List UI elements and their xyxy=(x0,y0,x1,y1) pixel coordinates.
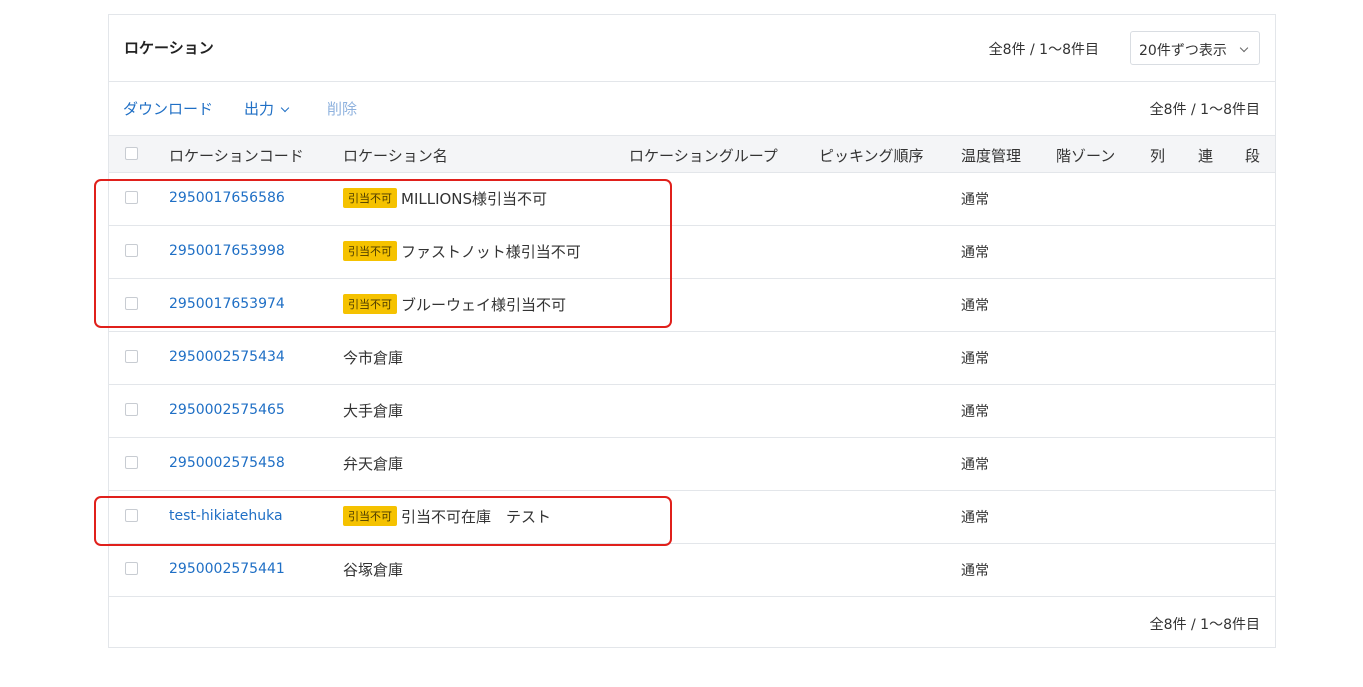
header-bay[interactable]: 連 xyxy=(1198,145,1213,166)
table-row: 2950017653974 引当不可 ブルーウェイ様引当不可 通常 xyxy=(109,279,1275,332)
output-label: 出力 xyxy=(244,100,275,118)
header-floor-zone[interactable]: 階ゾーン xyxy=(1056,145,1115,166)
row-checkbox[interactable] xyxy=(125,191,138,204)
per-page-value: 20件ずつ表示 xyxy=(1139,43,1227,59)
page-title: ロケーション xyxy=(124,39,214,57)
location-name: 引当不可 ブルーウェイ様引当不可 xyxy=(343,294,566,315)
location-name: 大手倉庫 xyxy=(343,402,404,420)
temperature-cell: 通常 xyxy=(961,510,989,526)
download-link[interactable]: ダウンロード xyxy=(123,98,213,119)
locations-panel: ロケーション 全8件 / 1〜8件目 20件ずつ表示 ダウンロード 出力 削除 … xyxy=(108,14,1276,648)
chevron-down-icon xyxy=(280,103,290,113)
location-name-text: ブルーウェイ様引当不可 xyxy=(401,296,567,314)
chevron-down-icon xyxy=(1239,43,1249,53)
header-picking-order[interactable]: ピッキング順序 xyxy=(819,145,924,166)
row-checkbox[interactable] xyxy=(125,456,138,469)
table-header: ロケーションコード ロケーション名 ロケーショングループ ピッキング順序 温度管… xyxy=(109,135,1275,173)
row-checkbox[interactable] xyxy=(125,244,138,257)
location-name: 引当不可 ファストノット様引当不可 xyxy=(343,241,581,262)
toolbar: ダウンロード 出力 削除 全8件 / 1〜8件目 xyxy=(109,82,1275,135)
location-name: 今市倉庫 xyxy=(343,349,404,367)
header-location-name[interactable]: ロケーション名 xyxy=(343,145,448,166)
location-name-text: MILLIONS様引当不可 xyxy=(401,190,548,208)
table-row: 2950017653998 引当不可 ファストノット様引当不可 通常 xyxy=(109,226,1275,279)
delete-button[interactable]: 削除 xyxy=(327,98,357,119)
location-code-link[interactable]: 2950002575465 xyxy=(169,402,285,418)
location-code-link[interactable]: 2950002575434 xyxy=(169,349,285,365)
table-footer: 全8件 / 1〜8件目 xyxy=(109,597,1275,649)
location-code-link[interactable]: test-hikiatehuka xyxy=(169,508,283,524)
temperature-cell: 通常 xyxy=(961,245,989,261)
allocation-disabled-badge: 引当不可 xyxy=(343,241,397,261)
header-temperature[interactable]: 温度管理 xyxy=(961,145,1021,166)
header-level[interactable]: 段 xyxy=(1245,145,1260,166)
location-name: 弁天倉庫 xyxy=(343,455,404,473)
record-count-toolbar: 全8件 / 1〜8件目 xyxy=(1149,102,1260,118)
header-location-code[interactable]: ロケーションコード xyxy=(169,145,304,166)
location-name: 引当不可 引当不可在庫 テスト xyxy=(343,506,551,527)
select-all-checkbox[interactable] xyxy=(125,147,138,160)
table-row: 2950002575434 今市倉庫 通常 xyxy=(109,332,1275,385)
temperature-cell: 通常 xyxy=(961,351,989,367)
panel-header: ロケーション 全8件 / 1〜8件目 20件ずつ表示 xyxy=(109,15,1275,82)
row-checkbox[interactable] xyxy=(125,509,138,522)
row-checkbox[interactable] xyxy=(125,350,138,363)
header-location-group[interactable]: ロケーショングループ xyxy=(629,145,778,166)
temperature-cell: 通常 xyxy=(961,192,989,208)
table-row: 2950002575458 弁天倉庫 通常 xyxy=(109,438,1275,491)
location-code-link[interactable]: 2950002575458 xyxy=(169,455,285,471)
header-column[interactable]: 列 xyxy=(1150,145,1165,166)
temperature-cell: 通常 xyxy=(961,298,989,314)
location-name: 引当不可 MILLIONS様引当不可 xyxy=(343,188,547,209)
row-checkbox[interactable] xyxy=(125,403,138,416)
temperature-cell: 通常 xyxy=(961,457,989,473)
record-count-footer: 全8件 / 1〜8件目 xyxy=(1149,617,1260,633)
location-code-link[interactable]: 2950002575441 xyxy=(169,561,285,577)
record-count-top: 全8件 / 1〜8件目 xyxy=(988,42,1099,58)
allocation-disabled-badge: 引当不可 xyxy=(343,506,397,526)
table-row: test-hikiatehuka 引当不可 引当不可在庫 テスト 通常 xyxy=(109,491,1275,544)
output-dropdown[interactable]: 出力 xyxy=(244,98,290,119)
allocation-disabled-badge: 引当不可 xyxy=(343,188,397,208)
allocation-disabled-badge: 引当不可 xyxy=(343,294,397,314)
location-name-text: 引当不可在庫 テスト xyxy=(401,508,552,526)
table-row: 2950002575441 谷塚倉庫 通常 xyxy=(109,544,1275,597)
temperature-cell: 通常 xyxy=(961,404,989,420)
table-row: 2950017656586 引当不可 MILLIONS様引当不可 通常 xyxy=(109,173,1275,226)
per-page-select[interactable]: 20件ずつ表示 xyxy=(1130,31,1260,65)
row-checkbox[interactable] xyxy=(125,297,138,310)
location-code-link[interactable]: 2950017653974 xyxy=(169,296,285,312)
location-name: 谷塚倉庫 xyxy=(343,561,404,579)
row-checkbox[interactable] xyxy=(125,562,138,575)
location-code-link[interactable]: 2950017653998 xyxy=(169,243,285,259)
location-name-text: ファストノット様引当不可 xyxy=(401,243,581,261)
table-row: 2950002575465 大手倉庫 通常 xyxy=(109,385,1275,438)
location-code-link[interactable]: 2950017656586 xyxy=(169,190,285,206)
temperature-cell: 通常 xyxy=(961,563,989,579)
